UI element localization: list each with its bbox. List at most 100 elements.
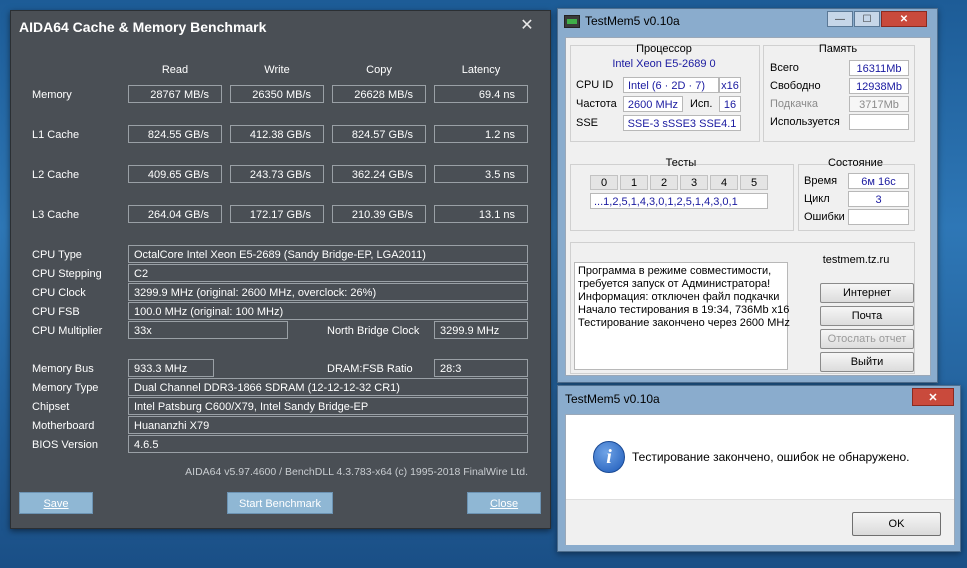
l3-copy: 210.39 GB/s xyxy=(332,205,426,223)
save-button-label: Save xyxy=(43,498,69,510)
l2-read: 409.65 GB/s xyxy=(128,165,222,183)
cpu-clock-label: CPU Clock xyxy=(32,287,86,299)
l3-read: 264.04 GB/s xyxy=(128,205,222,223)
close-button[interactable]: Close xyxy=(467,492,541,514)
log-line: требуется запуск от Администратора! xyxy=(578,278,771,290)
row-label-l3: L3 Cache xyxy=(32,209,80,221)
cpu-stepping-value: C2 xyxy=(128,264,528,282)
memory-type-value: Dual Channel DDR3-1866 SDRAM (12-12-12-3… xyxy=(128,378,528,396)
aida64-titlebar[interactable]: AIDA64 Cache & Memory Benchmark ✕ xyxy=(11,11,550,43)
dram-ratio-value: 28:3 xyxy=(434,359,528,377)
close-button-label: Close xyxy=(489,498,519,510)
window-title: TestMem5 v0.10a xyxy=(585,14,680,28)
cpu-clock-value: 3299.9 MHz (original: 2600 MHz, overcloc… xyxy=(128,283,528,301)
cpuid-threads: x16 xyxy=(719,77,741,93)
l1-read: 824.55 GB/s xyxy=(128,125,222,143)
copyright-footer: AIDA64 v5.97.4600 / BenchDLL 4.3.783-x64… xyxy=(185,466,528,478)
start-benchmark-button[interactable]: Start Benchmark xyxy=(227,492,333,514)
bios-version-value: 4.6.5 xyxy=(128,435,528,453)
total-label: Всего xyxy=(770,62,799,74)
cpu-type-label: CPU Type xyxy=(32,249,82,261)
sse-value: SSE-3 sSSE3 SSE4.1 xyxy=(623,115,741,131)
chipset-value: Intel Patsburg C600/X79, Intel Sandy Bri… xyxy=(128,397,528,415)
l2-copy: 362.24 GB/s xyxy=(332,165,426,183)
exit-button[interactable]: Выйти xyxy=(820,352,914,372)
memory-chip-icon xyxy=(564,15,580,28)
log-line: Тестирование закончено через 2600 MHz xyxy=(578,317,790,329)
save-button[interactable]: Save xyxy=(19,492,93,514)
total-value: 16311Mb xyxy=(849,60,909,76)
motherboard-value: Huananzhi X79 xyxy=(128,416,528,434)
l2-write: 243.73 GB/s xyxy=(230,165,324,183)
minimize-button[interactable]: — xyxy=(827,11,853,27)
in-use-value xyxy=(849,114,909,130)
memory-copy: 26628 MB/s xyxy=(332,85,426,103)
aida64-window: AIDA64 Cache & Memory Benchmark ✕ Read W… xyxy=(10,10,551,529)
test-number: 4 xyxy=(710,175,738,190)
errors-value xyxy=(848,209,909,225)
bios-version-label: BIOS Version xyxy=(32,439,99,451)
processor-group-title: Процессор xyxy=(636,43,692,55)
state-group-title: Состояние xyxy=(828,157,883,169)
memory-bus-label: Memory Bus xyxy=(32,363,94,375)
window-title: AIDA64 Cache & Memory Benchmark xyxy=(19,19,267,35)
frequency-label: Частота xyxy=(576,98,617,110)
log-line: Программа в режиме совместимости, xyxy=(578,265,772,277)
time-label: Время xyxy=(804,175,838,187)
memory-write: 26350 MB/s xyxy=(230,85,324,103)
close-button[interactable]: ✕ xyxy=(881,11,927,27)
log-box: Программа в режиме совместимости, требуе… xyxy=(574,262,790,370)
ok-button[interactable]: OK xyxy=(852,512,941,536)
close-icon[interactable]: ✕ xyxy=(518,17,536,35)
memory-latency: 69.4 ns xyxy=(434,85,528,103)
mail-button[interactable]: Почта xyxy=(820,306,914,326)
tests-sequence: ...1,2,5,1,4,3,0,1,2,5,1,4,3,0,1 xyxy=(590,193,768,209)
swap-label: Подкачка xyxy=(770,98,819,110)
cpu-multiplier-value: 33x xyxy=(128,321,288,339)
testmem-titlebar[interactable]: TestMem5 v0.10a — ☐ ✕ xyxy=(558,9,937,33)
frequency-value: 2600 MHz xyxy=(623,96,683,112)
used-value: 16 xyxy=(719,96,741,112)
row-label-l2: L2 Cache xyxy=(32,169,80,181)
column-header-copy: Copy xyxy=(366,64,392,76)
in-use-label: Используется xyxy=(770,116,840,128)
nb-clock-value: 3299.9 MHz xyxy=(434,321,528,339)
dialog-close-button[interactable]: ✕ xyxy=(912,388,954,406)
cpu-name: Intel Xeon E5-2689 0 xyxy=(612,58,716,70)
cpuid-label: CPU ID xyxy=(576,79,614,91)
free-label: Свободно xyxy=(770,80,821,92)
testmem-window: TestMem5 v0.10a — ☐ ✕ Процессор Intel Xe… xyxy=(557,8,938,383)
chipset-label: Chipset xyxy=(32,401,70,413)
cycle-value: 3 xyxy=(848,191,909,207)
memory-type-label: Memory Type xyxy=(32,382,99,394)
memory-group-title: Память xyxy=(818,43,858,55)
send-report-button[interactable]: Отослать отчет xyxy=(820,329,914,349)
column-header-write: Write xyxy=(264,64,290,76)
log-line: Информация: отключен файл подкачки xyxy=(578,291,780,303)
nb-clock-label: North Bridge Clock xyxy=(327,325,420,337)
free-value: 12938Mb xyxy=(849,78,909,94)
dram-ratio-label: DRAM:FSB Ratio xyxy=(327,363,413,375)
maximize-button[interactable]: ☐ xyxy=(854,11,880,27)
test-number: 1 xyxy=(620,175,648,190)
test-number: 5 xyxy=(740,175,768,190)
dialog-body: i Тестирование закончено, ошибок не обна… xyxy=(565,414,955,545)
motherboard-label: Motherboard xyxy=(32,420,95,432)
dialog-title: TestMem5 v0.10a xyxy=(565,392,660,406)
cpuid-value: Intel (6 · 2D · 7) xyxy=(623,77,719,93)
l1-copy: 824.57 GB/s xyxy=(332,125,426,143)
completion-dialog: TestMem5 v0.10a ✕ i Тестирование законче… xyxy=(557,385,961,552)
row-label-memory: Memory xyxy=(32,89,72,101)
cpu-type-value: OctalCore Intel Xeon E5-2689 (Sandy Brid… xyxy=(128,245,528,263)
memory-bus-value: 933.3 MHz xyxy=(128,359,214,377)
cycle-label: Цикл xyxy=(804,193,830,205)
internet-button[interactable]: Интернет xyxy=(820,283,914,303)
column-header-latency: Latency xyxy=(461,64,501,76)
swap-value: 3717Mb xyxy=(849,96,909,112)
errors-label: Ошибки xyxy=(804,211,845,223)
l1-write: 412.38 GB/s xyxy=(230,125,324,143)
site-url: testmem.tz.ru xyxy=(822,254,890,266)
tests-group-title: Тесты xyxy=(665,157,697,169)
memory-read: 28767 MB/s xyxy=(128,85,222,103)
column-header-read: Read xyxy=(161,64,189,76)
